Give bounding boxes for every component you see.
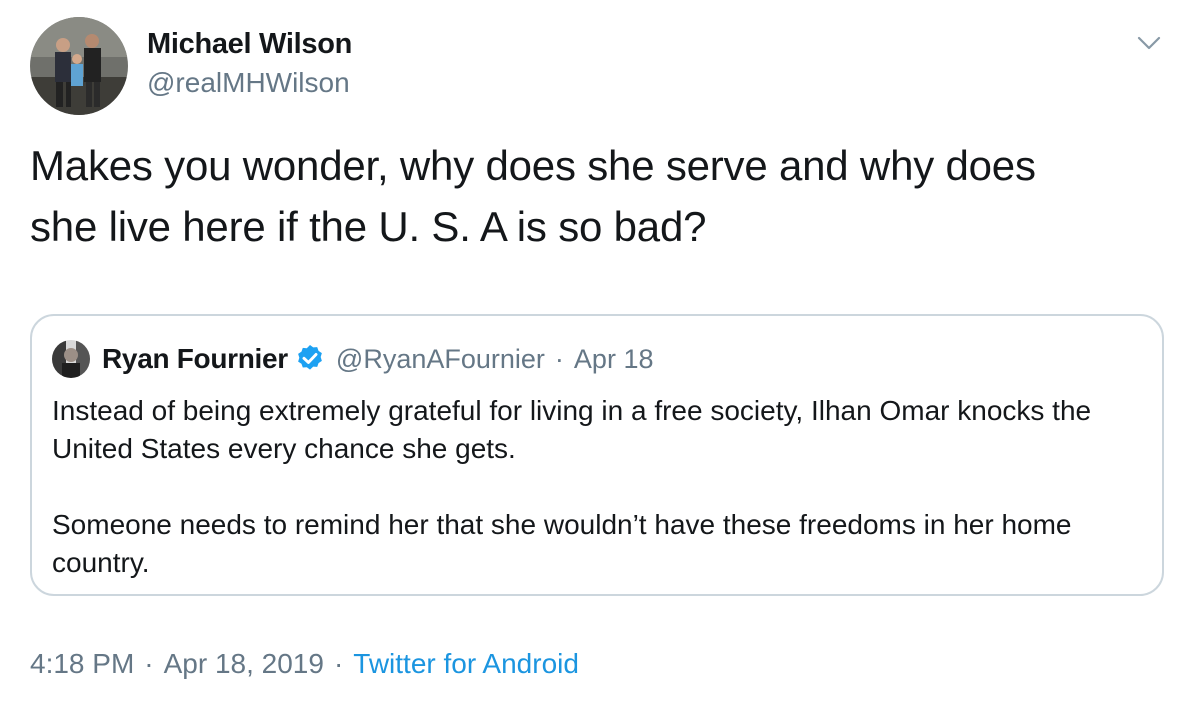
separator-dot: · [144,648,154,679]
quoted-author-name: Ryan Fournier [102,343,288,374]
tweet-source-link[interactable]: Twitter for Android [353,648,579,679]
author-avatar[interactable] [30,17,128,115]
tweet-text-line: Makes you wonder, why does she serve and… [30,142,1036,189]
separator-dot: · [554,343,564,374]
quoted-tweet-header: Ryan Fournier @RyanAFournier · Apr 18 [52,340,653,378]
chevron-down-icon[interactable] [1136,30,1162,56]
quoted-author-avatar [52,340,90,378]
quoted-author-handle: @RyanAFournier [335,343,545,374]
quoted-tweet[interactable]: Ryan Fournier @RyanAFournier · Apr 18 In… [30,314,1164,596]
tweet-text-line: she live here if the U. S. A is so bad? [30,203,707,250]
author-handle[interactable]: @realMHWilson [147,67,350,99]
tweet-text: Makes you wonder, why does she serve and… [30,135,1170,257]
quoted-tweet-paragraph: Instead of being extremely grateful for … [52,395,1092,464]
quoted-tweet-text: Instead of being extremely grateful for … [52,392,1142,620]
tweet-date[interactable]: Apr 18, 2019 [164,648,324,679]
author-name[interactable]: Michael Wilson [147,28,352,61]
separator-dot: · [333,648,344,679]
quoted-tweet-paragraph: Someone needs to remind her that she wou… [52,509,1072,578]
tweet-metadata: 4:18 PM · Apr 18, 2019 · Twitter for Android [30,648,579,680]
tweet-time[interactable]: 4:18 PM [30,648,134,679]
quoted-tweet-date: Apr 18 [573,343,654,374]
verified-badge-icon [298,345,322,370]
tweet-card: Michael Wilson @realMHWilson Makes you w… [0,0,1198,716]
